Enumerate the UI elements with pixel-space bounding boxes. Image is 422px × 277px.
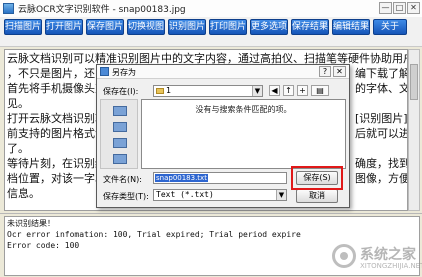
recent-places-icon[interactable] [113,106,127,116]
console-line: Ocr error infomation: 100, Trial expired… [7,230,301,239]
open-image-button[interactable]: 打开图片 [45,19,83,35]
text-scrollbar[interactable] [408,49,420,211]
app-window: 云脉OCR文字识别软件 - snap00183.jpg — □ ✕ 扫描图片 打… [0,0,422,277]
about-button[interactable]: 关于 [373,19,407,35]
save-in-value: 1 [166,86,172,95]
save-in-dropdown[interactable]: 1 ▼ [153,85,263,97]
text-line: 首先将手机摄像头对 [7,82,106,95]
text-fragment: 图像，方便核对 [355,172,408,185]
text-fragment: 后就可以进行识别 [355,127,407,140]
text-line: 信息。 [7,187,40,200]
console-line: 未识别结果！ [7,219,55,228]
splitter[interactable] [0,213,422,214]
text-fragment: [识别图片] [355,112,408,125]
minimize-button[interactable]: — [379,2,392,14]
title-bar: 云脉OCR文字识别软件 - snap00183.jpg — □ ✕ [0,0,422,17]
help-button[interactable]: ? [319,66,331,77]
close-button[interactable]: ✕ [407,2,420,14]
edit-result-button[interactable]: 编辑结果 [332,19,370,35]
text-fragment: 的字体、文档清晰 [355,82,407,95]
filename-input[interactable]: snap00183.txt [153,172,287,184]
text-line: ，不只是图片，还 [7,67,95,80]
cancel-button[interactable]: 取消 [296,189,338,203]
save-as-dialog: 另存为 ? ✕ 保存在(I): 1 ▼ ◀ ↑ + ▤ 没有与搜索条件匹配的项。… [96,64,350,208]
back-icon[interactable]: ◀ [269,85,280,96]
scroll-thumb[interactable] [410,64,418,100]
chevron-down-icon: ▼ [252,86,262,96]
window-title: 云脉OCR文字识别软件 - snap00183.jpg [18,5,186,15]
watermark-logo: 系统之家 XITONGZHIJIA.NET [330,240,422,274]
text-fragment: 编下载了解下吧。 [355,67,407,80]
watermark-text: 系统之家 [360,247,416,263]
recognize-image-button[interactable]: 识别图片 [168,19,206,35]
computer-icon[interactable] [113,154,127,164]
new-folder-icon[interactable]: + [297,85,308,96]
filename-label: 文件名(N): [103,175,142,184]
empty-message: 没有与搜索条件匹配的项。 [195,105,292,114]
save-in-label: 保存在(I): [103,87,139,96]
watermark-icon [332,244,356,268]
save-result-button[interactable]: 保存结果 [291,19,329,35]
toolbar: 扫描图片 打开图片 保存图片 切换视图 识别图片 打印图片 更多选项 保存结果 … [0,17,422,47]
chevron-down-icon: ▼ [276,190,286,200]
console-line: Error code: 100 [7,241,80,250]
watermark-subtext: XITONGZHIJIA.NET [360,262,422,270]
text-line: 了。 [7,142,29,155]
scan-image-button[interactable]: 扫描图片 [4,19,42,35]
more-options-button[interactable]: 更多选项 [250,19,288,35]
maximize-button[interactable]: □ [393,2,406,14]
highlight-box [291,166,343,190]
file-list[interactable]: 没有与搜索条件匹配的项。 [141,99,346,169]
dialog-close-button[interactable]: ✕ [333,66,346,77]
libraries-icon[interactable] [113,138,127,148]
dialog-icon [100,67,109,76]
print-image-button[interactable]: 打印图片 [209,19,247,35]
save-image-button[interactable]: 保存图片 [86,19,124,35]
up-folder-icon[interactable]: ↑ [283,85,294,96]
dialog-title-bar: 另存为 ? ✕ [97,65,349,79]
places-bar [100,99,138,169]
filename-value: snap00183.txt [155,174,208,182]
filetype-value: Text (*.txt) [156,190,214,199]
text-fragment: 确度，找到错误的 [355,157,407,170]
switch-view-button[interactable]: 切换视图 [127,19,165,35]
window-controls: — □ ✕ [379,2,420,14]
folder-icon [156,88,164,94]
desktop-icon[interactable] [113,122,127,132]
filetype-dropdown[interactable]: Text (*.txt) ▼ [153,189,287,201]
app-icon [3,3,14,14]
filetype-label: 保存类型(T): [103,192,149,201]
dialog-title: 另存为 [112,68,136,77]
text-line: 见。 [7,97,29,110]
view-menu-icon[interactable]: ▤ [311,85,329,96]
